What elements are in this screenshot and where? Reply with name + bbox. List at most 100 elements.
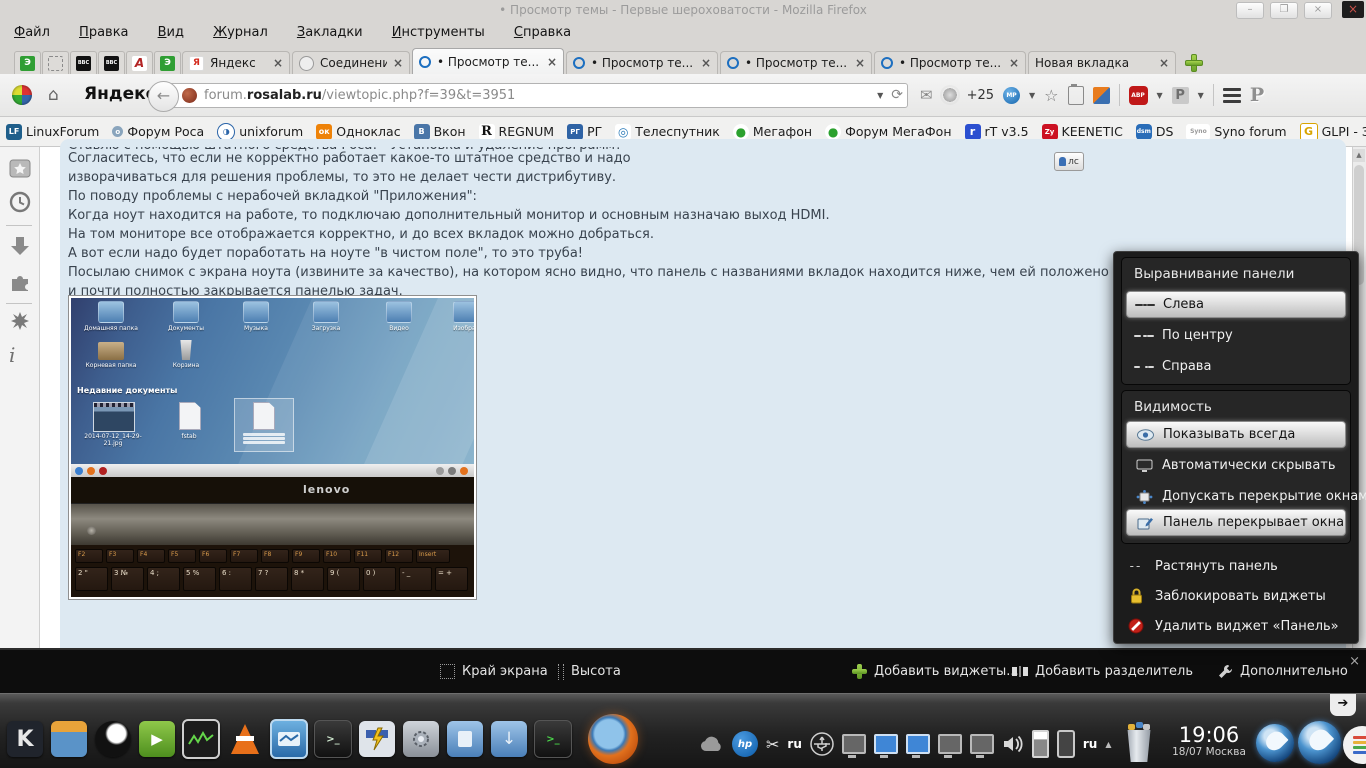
clipboard-icon[interactable] <box>1067 83 1084 105</box>
minimize-button[interactable]: – <box>1236 2 1264 19</box>
p-logo-icon[interactable]: P <box>1250 84 1264 106</box>
bookmark-megafon-forum[interactable]: ● Форум МегаФон <box>825 123 952 140</box>
reload-icon[interactable]: ⟳ <box>891 87 903 103</box>
tray-expand-icon[interactable]: ▲ <box>1105 740 1111 749</box>
screen-corner-close-icon[interactable]: × <box>1342 1 1364 18</box>
screen-edge-button[interactable]: Край экрана <box>440 650 548 693</box>
browser-dark-launcher[interactable] <box>94 720 132 758</box>
addons-puzzle-icon[interactable] <box>9 271 31 293</box>
window-titlebar[interactable]: • Просмотр темы - Первые шероховатости -… <box>0 0 1366 20</box>
panel-expand-arrow-icon[interactable]: ➔ <box>1330 694 1356 716</box>
yandex-toolbar-logo[interactable]: Яндекс <box>84 84 156 104</box>
system-monitor-launcher[interactable] <box>182 719 220 759</box>
bookmark-unixforum[interactable]: ◑ unixforum <box>217 122 303 141</box>
windows-can-cover-option[interactable]: Допускать перекрытие окнами <box>1126 483 1366 510</box>
media-player-launcher[interactable]: ▶ <box>138 720 176 758</box>
tab-close-icon[interactable]: × <box>547 55 557 69</box>
height-button[interactable]: Высота <box>558 650 621 693</box>
lock-widgets-action[interactable]: Заблокировать виджеты <box>1120 582 1352 610</box>
menu-history[interactable]: Журнал <box>213 20 268 46</box>
monitor-app-launcher[interactable] <box>270 719 308 759</box>
align-right-option[interactable]: Справа <box>1126 353 1346 380</box>
menu-edit[interactable]: Правка <box>79 20 128 46</box>
bookmark-regnum[interactable]: R REGNUM <box>478 123 554 140</box>
battery-icon[interactable] <box>1031 730 1049 758</box>
pinned-tab-1[interactable]: Э <box>14 51 41 74</box>
weather-dropdown-icon[interactable]: ▼ <box>1029 91 1035 100</box>
rosa-widget-icon[interactable] <box>1256 724 1294 762</box>
cloud-sync-icon[interactable] <box>700 736 724 752</box>
auto-hide-option[interactable]: Автоматически скрывать <box>1126 452 1346 479</box>
vlc-launcher[interactable] <box>226 720 264 758</box>
add-spacer-button[interactable]: Добавить разделитель <box>1012 650 1193 693</box>
downloads-folder-launcher[interactable]: ↓ <box>490 720 528 758</box>
addon-color-icon[interactable] <box>1092 86 1110 104</box>
close-button[interactable]: × <box>1304 2 1332 19</box>
pinned-tab-5[interactable]: А <box>126 51 153 74</box>
bookmarks-panel-icon[interactable] <box>9 159 31 179</box>
tab-topic-4[interactable]: • Просмотр те... × <box>874 51 1026 74</box>
downloads-icon[interactable] <box>9 235 31 257</box>
hp-icon[interactable]: hp <box>732 731 758 757</box>
private-message-button[interactable]: лс <box>1054 152 1084 171</box>
bookmark-keenetic[interactable]: Zy KEENETIC <box>1041 123 1123 140</box>
settings-burst-icon[interactable] <box>9 311 31 333</box>
menu-help[interactable]: Справка <box>514 20 571 46</box>
adblock-icon[interactable]: ABP <box>1128 85 1148 105</box>
trash-widget[interactable] <box>1124 722 1154 762</box>
addon-p-dropdown-icon[interactable]: ▼ <box>1198 91 1204 100</box>
tab-close-icon[interactable]: × <box>1009 56 1019 70</box>
tab-yandex[interactable]: Я Яндекс × <box>182 51 290 74</box>
terminal-launcher[interactable]: >_ <box>314 720 352 758</box>
align-left-option[interactable]: Слева <box>1126 291 1346 318</box>
tab-topic-active[interactable]: • Просмотр те... × <box>412 48 564 74</box>
bookmark-star-icon[interactable]: ☆ <box>1044 86 1058 105</box>
history-clock-icon[interactable] <box>9 191 31 213</box>
tab-topic-3[interactable]: • Просмотр те... × <box>720 51 872 74</box>
terminal2-launcher[interactable]: >_ <box>534 720 572 758</box>
pinned-tab-4[interactable]: BBC <box>98 51 125 74</box>
tab-new[interactable]: Новая вкладка × <box>1028 51 1176 74</box>
info-icon[interactable]: i <box>9 343 15 367</box>
align-center-option[interactable]: По центру <box>1126 322 1346 349</box>
url-text[interactable]: forum.rosalab.ru/viewtopic.php?f=39&t=39… <box>204 88 515 103</box>
panel-covers-windows-option[interactable]: Панель перекрывает окна <box>1126 509 1346 536</box>
pinned-tab-6[interactable]: Э <box>154 51 181 74</box>
weather-addon-icon[interactable]: MP <box>1003 86 1021 104</box>
url-dropdown-icon[interactable]: ▼ <box>877 91 883 100</box>
menu-bookmarks[interactable]: Закладки <box>297 20 363 46</box>
bookmark-odnoklassniki[interactable]: ок Одноклас <box>316 123 401 140</box>
bookmark-vkontakte[interactable]: В Вкон <box>413 123 466 140</box>
clock-widget[interactable]: 19:06 18/07 Москва <box>1166 724 1252 758</box>
url-bar[interactable]: forum.rosalab.ru/viewtopic.php?f=39&t=39… <box>163 83 908 108</box>
remove-panel-action[interactable]: Удалить виджет «Панель» <box>1120 612 1352 640</box>
firefox-active-task[interactable] <box>588 714 638 764</box>
home-icon[interactable]: ⌂ <box>48 85 59 105</box>
settings-launcher[interactable] <box>402 720 440 758</box>
pinned-tab-3[interactable]: BBC <box>70 51 97 74</box>
tab-close-icon[interactable]: × <box>1159 56 1169 70</box>
bookmark-syno[interactable]: Syno Syno forum <box>1186 123 1287 140</box>
rosa-widget-icon-large[interactable] <box>1298 721 1341 764</box>
back-button[interactable]: ← <box>148 81 179 112</box>
menu-file[interactable]: Файл <box>14 20 50 46</box>
network-device-icon[interactable] <box>937 734 962 758</box>
post-attachment-photo[interactable]: Домашняя папка Документы Музыка Загрузка… <box>68 295 477 600</box>
tab-close-icon[interactable]: × <box>393 56 403 70</box>
phone-icon[interactable] <box>1056 730 1075 758</box>
adblock-dropdown-icon[interactable]: ▼ <box>1157 91 1163 100</box>
kde-menu-button[interactable]: K <box>6 720 44 758</box>
bookmark-megafon[interactable]: ● Мегафон <box>732 123 812 140</box>
maximize-button[interactable]: ❐ <box>1270 2 1298 19</box>
bookmark-telesputnik[interactable]: ◎ Телеспутник <box>615 123 720 140</box>
menu-hamburger-icon[interactable] <box>1222 87 1241 103</box>
pinned-tab-2[interactable] <box>42 51 69 74</box>
tab-close-icon[interactable]: × <box>701 56 711 70</box>
file-manager-launcher[interactable] <box>50 720 88 758</box>
bookmark-ds[interactable]: dsm DS <box>1135 123 1173 140</box>
keyboard-layout-indicator[interactable]: ru <box>787 737 801 751</box>
temperature-label[interactable]: +25 <box>967 88 994 103</box>
tab-topic-2[interactable]: • Просмотр те... × <box>566 51 718 74</box>
network-device-active-icon[interactable] <box>905 734 930 758</box>
panelbar-close-icon[interactable]: × <box>1349 654 1360 669</box>
